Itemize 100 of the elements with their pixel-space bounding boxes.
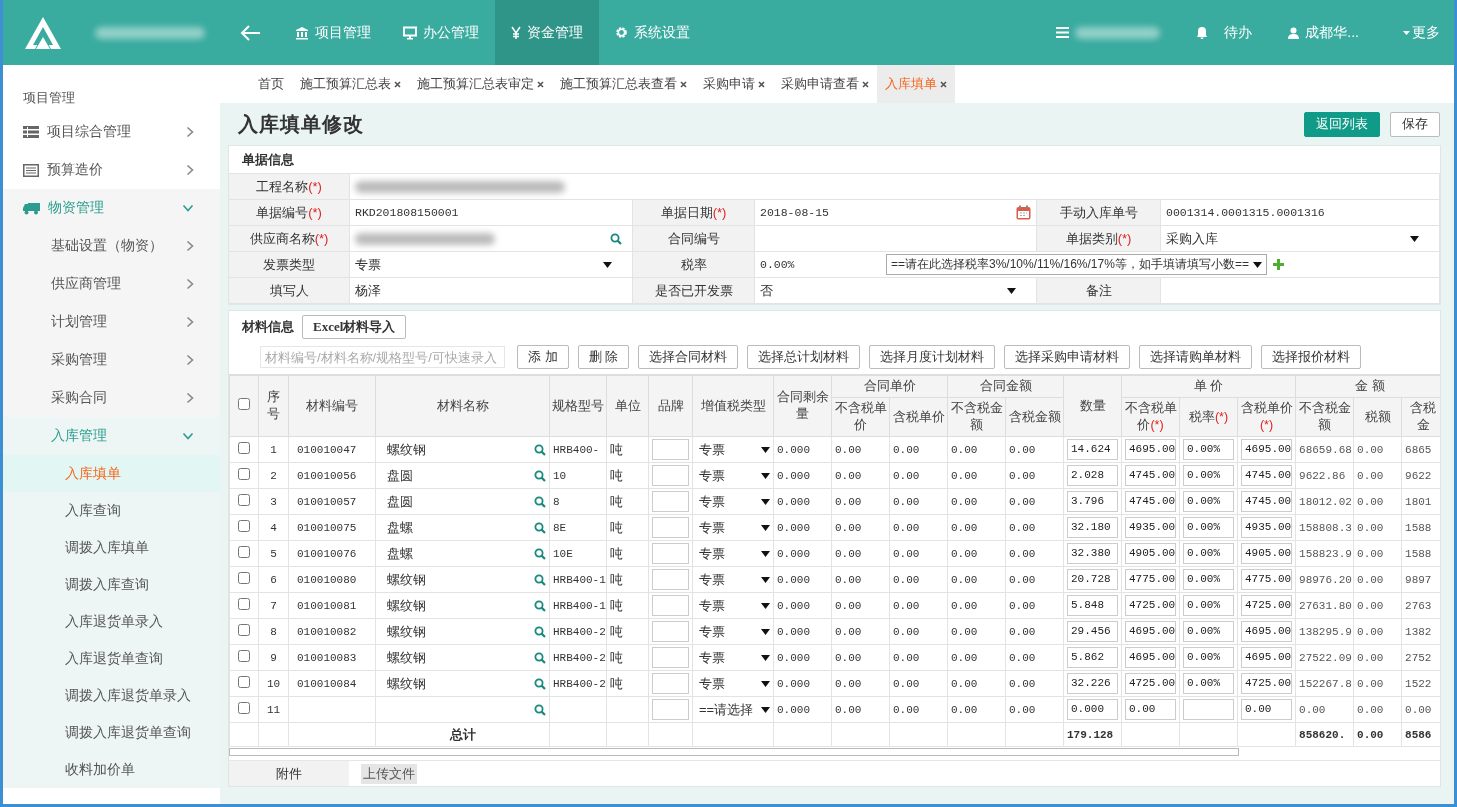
cell-input[interactable]: 3.796 [1067, 491, 1118, 512]
search-icon[interactable] [534, 547, 546, 560]
cell-input[interactable]: 4745.00 [1241, 491, 1293, 512]
row-checkbox[interactable] [238, 650, 250, 662]
select-all-checkbox[interactable] [238, 397, 250, 410]
sidebar-link[interactable]: 调拨入库填单 [3, 529, 220, 566]
cell-input[interactable]: 0.00% [1183, 491, 1234, 512]
sidebar-group[interactable]: 供应商管理 [3, 265, 220, 303]
cell-input[interactable] [652, 491, 689, 512]
dropdown-field[interactable]: ==请在此选择税率3%/10%/11%/16%/17%等，如手填请填写小数== [886, 254, 1267, 275]
text-field[interactable]: 杨泽 [350, 278, 633, 304]
cell-input[interactable] [652, 465, 689, 486]
search-field[interactable]: 材料编号/材料名称/规格型号/可快速录入 [260, 346, 505, 368]
toolbar-button[interactable]: 选择总计划材料 [747, 345, 861, 369]
sidebar-group[interactable]: 基础设置（物资） [3, 227, 220, 265]
sidebar-group[interactable]: 采购合同 [3, 379, 220, 417]
cell-input[interactable]: 4745.00 [1125, 491, 1176, 512]
cell-input[interactable]: 20.728 [1067, 569, 1118, 590]
add-icon[interactable] [1272, 259, 1284, 270]
cell-input[interactable]: 5.848 [1067, 595, 1118, 616]
cell-input[interactable]: 0.00 [1241, 699, 1293, 720]
calendar-icon[interactable] [1016, 205, 1031, 220]
cell-input[interactable]: 0.00% [1183, 621, 1234, 642]
search-icon[interactable] [534, 495, 546, 508]
sidebar-link[interactable]: 调拨入库查询 [3, 566, 220, 603]
dropdown-field[interactable]: 否 [755, 278, 1037, 304]
sidebar-group[interactable]: 预算造价 [3, 151, 220, 189]
cell-input[interactable]: 4725.00 [1125, 595, 1176, 616]
cell-input[interactable]: 4725.00 [1125, 673, 1176, 694]
search-icon[interactable] [534, 651, 546, 664]
cell-input[interactable]: 4725.00 [1241, 673, 1293, 694]
cell-input[interactable]: 4745.00 [1241, 465, 1293, 486]
toolbar-button[interactable]: 选择月度计划材料 [869, 345, 996, 369]
cell-input[interactable]: 4695.00 [1125, 621, 1176, 642]
row-checkbox[interactable] [238, 624, 250, 636]
sidebar-group[interactable]: 采购管理 [3, 341, 220, 379]
search-icon[interactable] [610, 232, 622, 245]
close-icon[interactable] [394, 80, 401, 88]
import-button[interactable]: Excel材料导入 [302, 314, 407, 339]
cell-input[interactable]: 0.00% [1183, 517, 1234, 538]
close-icon[interactable] [758, 80, 765, 88]
search-icon[interactable] [534, 703, 546, 716]
text-field[interactable] [755, 226, 1037, 252]
row-checkbox[interactable] [238, 468, 250, 480]
cell-input[interactable]: 0.00% [1183, 543, 1234, 564]
toolbar-button[interactable]: 选择合同材料 [638, 345, 739, 369]
sidebar-link[interactable]: 入库退货单查询 [3, 640, 220, 677]
row-checkbox[interactable] [238, 520, 250, 532]
tab[interactable]: 施工预算汇总表查看 [552, 65, 695, 103]
cell-input[interactable]: 4905.00 [1241, 543, 1293, 564]
search-icon[interactable] [534, 469, 546, 482]
cell-input[interactable]: 32.380 [1067, 543, 1118, 564]
search-icon[interactable] [534, 521, 546, 534]
row-checkbox[interactable] [238, 598, 250, 610]
cell-input[interactable] [652, 517, 689, 538]
row-checkbox[interactable] [238, 546, 250, 558]
cell-input[interactable]: 2.028 [1067, 465, 1118, 486]
nav-tab[interactable]: 资金管理 [495, 0, 599, 65]
row-checkbox[interactable] [238, 442, 250, 454]
text-field[interactable] [1161, 278, 1440, 304]
cell-input[interactable]: 14.624 [1067, 439, 1118, 460]
cell-input[interactable]: 4905.00 [1125, 543, 1176, 564]
close-icon[interactable] [537, 80, 544, 88]
toolbar-button[interactable]: 选择报价材料 [1261, 345, 1362, 369]
sidebar-link[interactable]: 入库查询 [3, 492, 220, 529]
cell-input[interactable] [652, 673, 689, 694]
save-button[interactable]: 保存 [1390, 111, 1440, 137]
sidebar-group[interactable]: 计划管理 [3, 303, 220, 341]
cell-input[interactable] [652, 439, 689, 460]
cell-input[interactable]: 4745.00 [1125, 465, 1176, 486]
cell-input[interactable]: 4695.00 [1241, 647, 1293, 668]
cell-input[interactable] [652, 699, 689, 720]
sidebar-group[interactable]: 项目综合管理 [3, 113, 220, 151]
close-icon[interactable] [862, 80, 869, 88]
upload-button[interactable]: 上传文件 [361, 763, 417, 784]
cell-input[interactable]: 0.00% [1183, 465, 1234, 486]
dropdown-field[interactable]: 专票 [350, 252, 633, 278]
back-arrow-icon[interactable] [239, 23, 261, 42]
cell-input[interactable]: 4695.00 [1241, 621, 1293, 642]
tab[interactable]: 采购申请查看 [773, 65, 877, 103]
row-checkbox[interactable] [238, 572, 250, 584]
cell-input[interactable]: 4775.00 [1125, 569, 1176, 590]
cell-input[interactable] [652, 569, 689, 590]
search-icon[interactable] [534, 443, 546, 456]
search-icon[interactable] [534, 599, 546, 612]
cell-input[interactable]: 4695.00 [1125, 647, 1176, 668]
text-field[interactable]: 0.00% [760, 258, 880, 271]
cell-input[interactable]: 5.862 [1067, 647, 1118, 668]
cell-input[interactable]: 32.226 [1067, 673, 1118, 694]
cell-input[interactable]: 0.00% [1183, 673, 1234, 694]
cell-input[interactable]: 4775.00 [1241, 569, 1293, 590]
toolbar-button[interactable]: 选择采购申请材料 [1004, 345, 1131, 369]
cell-input[interactable]: 4935.00 [1125, 517, 1176, 538]
menu-icon[interactable] [1056, 27, 1070, 38]
cell-input[interactable] [652, 543, 689, 564]
row-checkbox[interactable] [238, 702, 250, 714]
cell-input[interactable] [652, 621, 689, 642]
toolbar-button[interactable]: 删 除 [577, 345, 630, 369]
scrollbar[interactable] [229, 748, 1239, 756]
sidebar-link[interactable]: 收料加价单 [3, 751, 220, 788]
